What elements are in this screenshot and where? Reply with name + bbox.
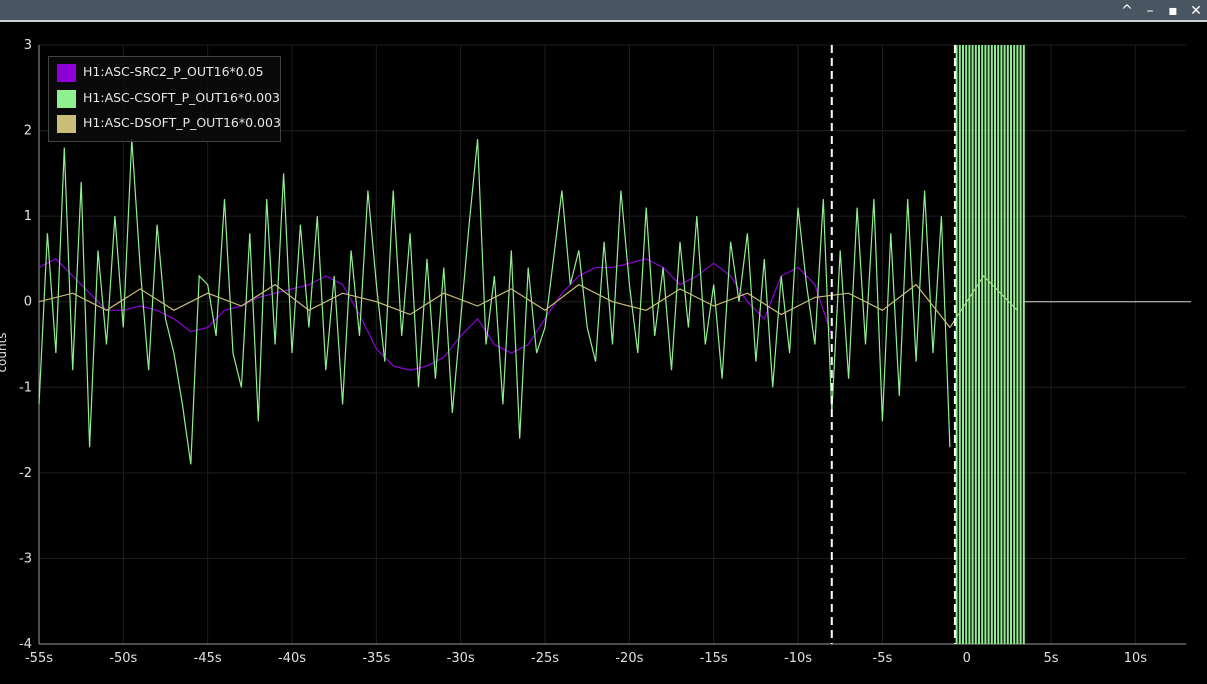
x-tick-label: -15s [700, 651, 728, 666]
legend-swatch-src2 [57, 64, 76, 82]
y-tick-label: -1 [19, 380, 32, 395]
y-tick-label: 0 [24, 295, 32, 310]
x-tick-label: -55s [25, 651, 53, 666]
minimize-icon[interactable]: – [1140, 2, 1160, 20]
y-tick-label: 1 [24, 209, 32, 224]
plot-area[interactable]: 3 2 1 0 -1 -2 -3 -4 -55s -50s -45s -40s -35s -30s -25s… [0, 24, 1207, 680]
x-tick-label: 0 [963, 651, 971, 666]
legend-item-src2: H1:ASC-SRC2_P_OUT16*0.05 [57, 62, 277, 84]
legend-label-src2: H1:ASC-SRC2_P_OUT16*0.05 [83, 64, 264, 79]
x-tick-label: -45s [194, 651, 222, 666]
x-tick-label: 10s [1124, 651, 1148, 666]
series-src2-line [38, 258, 833, 371]
legend-label-dsoft: H1:ASC-DSOFT_P_OUT16*0.003 [83, 115, 281, 130]
chart-legend: H1:ASC-SRC2_P_OUT16*0.05 H1:ASC-CSOFT_P_… [48, 56, 281, 142]
legend-label-csoft: H1:ASC-CSOFT_P_OUT16*0.003 [83, 90, 280, 105]
x-tick-label: -10s [784, 651, 812, 666]
x-tick-label: -20s [615, 651, 643, 666]
legend-swatch-dsoft [57, 115, 76, 133]
close-icon[interactable]: ✕ [1186, 2, 1206, 20]
x-tick-label: -40s [278, 651, 306, 666]
collapse-icon[interactable]: ^ [1117, 2, 1137, 20]
y-tick-label: 2 [24, 124, 32, 139]
window-titlebar: ^ – ▪ ✕ [0, 0, 1207, 22]
y-tick-label: -4 [19, 637, 32, 652]
y-tick-label: -3 [19, 551, 32, 566]
x-tick-label: -35s [362, 651, 390, 666]
y-tick-label: -2 [19, 466, 32, 481]
y-tick-label: 3 [24, 38, 32, 53]
x-tick-label: -50s [109, 651, 137, 666]
x-tick-label: -25s [531, 651, 559, 666]
x-tick-label: 5s [1044, 651, 1059, 666]
legend-item-csoft: H1:ASC-CSOFT_P_OUT16*0.003 [57, 88, 280, 110]
maximize-icon[interactable]: ▪ [1163, 2, 1183, 20]
y-axis-label: counts [0, 332, 9, 372]
legend-item-dsoft: H1:ASC-DSOFT_P_OUT16*0.003 [57, 113, 281, 135]
legend-swatch-csoft [57, 90, 76, 108]
x-tick-label: -5s [873, 651, 893, 666]
x-tick-label: -30s [447, 651, 475, 666]
